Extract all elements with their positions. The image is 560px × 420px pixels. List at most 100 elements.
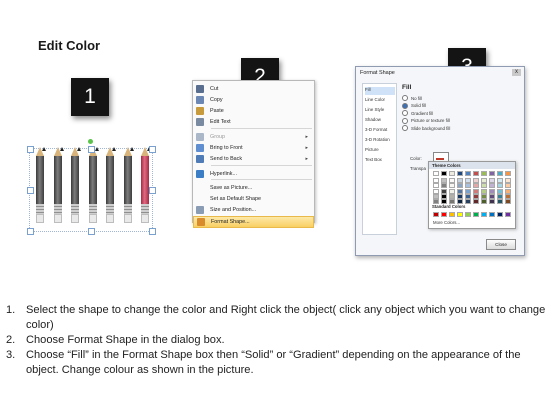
standard-color-swatch[interactable] xyxy=(433,212,439,217)
standard-color-swatch[interactable] xyxy=(473,212,479,217)
pencil-selection[interactable] xyxy=(27,139,156,235)
standard-color-swatch[interactable] xyxy=(489,212,495,217)
selection-handle[interactable] xyxy=(27,228,34,235)
theme-color-swatch[interactable] xyxy=(449,171,455,176)
fill-option[interactable]: No fill xyxy=(402,95,422,101)
theme-colors-heading: Theme Colors xyxy=(429,162,515,169)
instruction-number: 2. xyxy=(6,334,16,346)
context-menu-label: Size and Position... xyxy=(210,207,257,213)
blank-icon xyxy=(196,195,204,203)
theme-color-swatch[interactable] xyxy=(465,199,471,204)
submenu-arrow-icon: ▸ xyxy=(305,145,308,151)
selection-handle[interactable] xyxy=(88,146,95,153)
context-menu-item[interactable]: Edit Text xyxy=(193,116,314,128)
theme-color-swatch[interactable] xyxy=(481,171,487,176)
selection-handle[interactable] xyxy=(27,187,34,194)
standard-color-swatch[interactable] xyxy=(505,212,511,217)
close-button[interactable]: Close xyxy=(486,239,516,250)
standard-color-swatch[interactable] xyxy=(465,212,471,217)
theme-color-swatch[interactable] xyxy=(505,199,511,204)
theme-color-swatch[interactable] xyxy=(481,199,487,204)
context-menu-item[interactable]: Send to Back ▸ xyxy=(193,153,314,165)
context-menu: Cut Copy Paste Edit Text Group ▸ Bring to Fron… xyxy=(192,80,315,228)
context-menu-label: Bring to Front xyxy=(210,145,243,151)
color-palette: Theme Colors Standard Colors More Colors… xyxy=(428,161,516,229)
instruction-item: 2. Choose Format Shape in the dialog box. xyxy=(6,333,554,348)
theme-color-swatch[interactable] xyxy=(441,199,447,204)
context-menu-label: Cut xyxy=(210,86,219,92)
pencil[interactable] xyxy=(36,147,46,227)
menu-separator xyxy=(211,179,312,180)
submenu-arrow-icon: ▸ xyxy=(305,134,308,140)
theme-color-swatch[interactable] xyxy=(433,171,439,176)
menu-separator xyxy=(211,128,312,129)
selection-handle[interactable] xyxy=(149,146,156,153)
radio-button[interactable] xyxy=(402,117,408,124)
standard-color-swatch[interactable] xyxy=(449,212,455,217)
radio-button[interactable] xyxy=(402,125,408,131)
dialog-nav-item[interactable]: Shadow xyxy=(365,117,395,125)
color-label: Color: xyxy=(410,156,422,161)
dialog-nav-item[interactable]: Picture xyxy=(365,147,395,155)
selection-handle[interactable] xyxy=(88,228,95,235)
theme-color-swatch[interactable] xyxy=(505,171,511,176)
standard-color-swatch[interactable] xyxy=(497,212,503,217)
theme-color-swatch[interactable] xyxy=(441,171,447,176)
dialog-nav-item[interactable]: 3-D Format xyxy=(365,127,395,135)
radio-button[interactable] xyxy=(402,110,408,116)
fill-option-label: Slide background fill xyxy=(411,125,451,131)
context-menu-item[interactable]: Size and Position... xyxy=(193,204,314,216)
menu-separator xyxy=(211,165,312,166)
theme-color-swatch[interactable] xyxy=(457,171,463,176)
selection-handle[interactable] xyxy=(27,146,34,153)
standard-color-swatch[interactable] xyxy=(481,212,487,217)
standard-color-swatch[interactable] xyxy=(441,212,447,217)
context-menu-label: Set as Default Shape xyxy=(210,196,261,202)
format-shape-dialog: Format Shape x Fill Line Color Line Style S… xyxy=(355,66,525,256)
pencil[interactable] xyxy=(106,147,116,227)
fill-heading: Fill xyxy=(402,84,412,91)
format-shape-icon xyxy=(197,218,205,226)
selection-handle[interactable] xyxy=(149,187,156,194)
more-colors-link[interactable]: More Colors... xyxy=(433,220,460,225)
rotation-handle[interactable] xyxy=(88,139,93,144)
radio-button[interactable] xyxy=(402,102,408,109)
radio-button[interactable] xyxy=(402,95,408,101)
dialog-nav-item[interactable]: Line Color xyxy=(365,97,395,105)
theme-color-swatch[interactable] xyxy=(497,171,503,176)
theme-color-swatch[interactable] xyxy=(433,199,439,204)
instruction-number: 1. xyxy=(6,304,16,316)
theme-color-swatch[interactable] xyxy=(457,199,463,204)
dialog-nav-item[interactable]: 3-D Rotation xyxy=(365,137,395,145)
instructions: 1. Select the shape to change the color a… xyxy=(6,303,554,378)
fill-option[interactable]: Solid fill xyxy=(402,102,427,109)
selection-handle[interactable] xyxy=(149,228,156,235)
fill-option[interactable]: Gradient fill xyxy=(402,110,433,116)
fill-option-label: Solid fill xyxy=(411,103,427,108)
context-menu-item[interactable]: Format Shape... xyxy=(193,216,314,228)
theme-color-swatch[interactable] xyxy=(473,171,479,176)
theme-color-swatch[interactable] xyxy=(465,171,471,176)
dialog-nav-item[interactable]: Text Box xyxy=(365,157,395,165)
blank-icon xyxy=(196,184,204,192)
context-menu-label: Save as Picture... xyxy=(210,185,253,191)
fill-option[interactable]: Slide background fill xyxy=(402,125,450,131)
theme-color-swatch[interactable] xyxy=(449,199,455,204)
pencil[interactable] xyxy=(53,147,64,227)
paste-icon xyxy=(196,107,204,115)
fill-option[interactable]: Picture or texture fill xyxy=(402,117,450,124)
size-position-icon xyxy=(196,206,204,214)
pencil[interactable] xyxy=(123,147,134,227)
dialog-nav-item[interactable]: Fill xyxy=(365,87,395,95)
dialog-nav-item[interactable]: Line Style xyxy=(365,107,395,115)
pencil[interactable] xyxy=(71,147,81,227)
pencil[interactable] xyxy=(141,147,151,227)
theme-color-swatch[interactable] xyxy=(473,199,479,204)
bring-front-icon xyxy=(196,144,204,152)
standard-color-swatch[interactable] xyxy=(457,212,463,217)
theme-color-swatch[interactable] xyxy=(489,199,495,204)
theme-color-swatch[interactable] xyxy=(497,199,503,204)
pencil[interactable] xyxy=(88,147,99,227)
dialog-close-x-button[interactable]: x xyxy=(512,69,521,76)
theme-color-swatch[interactable] xyxy=(489,171,495,176)
